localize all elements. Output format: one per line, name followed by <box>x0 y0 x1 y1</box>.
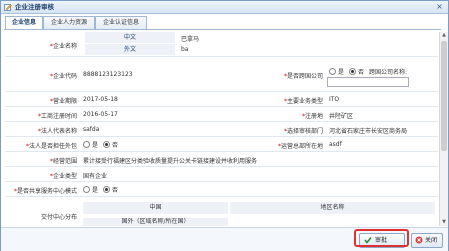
select-area-value: 河北省石家庄市长安区商务局 <box>329 128 408 135</box>
select-area-label: *选择审核部门 <box>283 128 323 135</box>
main-service-value: ITO <box>329 96 340 103</box>
reg-date-label: *工商注册时间 <box>37 113 77 120</box>
hq-city-label: *运营总部所在地 <box>277 143 323 150</box>
tab-certification[interactable]: 企业认证信息 <box>95 16 147 29</box>
tab-label: 企业认证信息 <box>102 19 139 26</box>
tab-hr[interactable]: 企业人力资源 <box>43 16 95 29</box>
foreign-name-input[interactable] <box>327 77 409 87</box>
legal-outsource-no-radio[interactable]: 否 <box>103 140 118 149</box>
delivery-row: 交付中心分布 中国 地区名称 国外（区域名称/所在国） <box>5 197 438 226</box>
reg-area-value: 井陉矿区 <box>329 113 354 120</box>
legal-outsource-row: *法人是否担任外包 是 否 *运营总部所在地 asdf <box>5 137 438 152</box>
scroll-up-icon[interactable]: ▲ <box>441 32 447 39</box>
chinese-label: 中文 <box>85 32 175 43</box>
tab-label: 企业信息 <box>11 19 36 26</box>
shared-center-yes-radio[interactable]: 是 <box>83 185 98 194</box>
foreign-yes-radio[interactable]: 是 <box>329 67 344 76</box>
grid-row-foreign: 国外（区域名称/所在国） <box>83 218 228 226</box>
edit-icon <box>4 4 12 11</box>
english-value: ba <box>181 46 189 53</box>
scroll-down-icon[interactable]: ▼ <box>441 219 447 226</box>
foreign-no-radio[interactable]: 否 <box>349 67 364 76</box>
cancel-icon <box>415 236 423 244</box>
legal-rep-row: *法人代表名称 safda *选择审核部门 河北省石家庄市长安区商务局 <box>5 122 438 137</box>
business-term-row: *营业期限 2017-05-18 *主要业务类型 ITO <box>5 92 438 107</box>
tab-divider <box>4 29 441 30</box>
company-type-row: *企业类型 国有企业 <box>5 167 438 182</box>
business-term-label: *营业期限 <box>49 98 77 105</box>
title-bar: 企业注册审核 × <box>1 1 448 14</box>
business-term-value: 2017-05-18 <box>83 96 118 103</box>
dialog-title: 企业注册审核 <box>15 3 54 11</box>
reg-date-value: 2016-05-17 <box>83 111 118 118</box>
hq-city-value: asdf <box>329 141 342 148</box>
grid-col-china: 中国 <box>83 202 228 214</box>
scroll-thumb[interactable] <box>441 41 447 151</box>
legal-rep-label: *法人代表名称 <box>37 128 77 135</box>
legal-outsource-label: *法人是否担任外包 <box>25 143 77 150</box>
legal-outsource-yes-radio[interactable]: 是 <box>83 140 98 149</box>
vertical-scrollbar[interactable]: ▲ ▼ <box>439 32 448 226</box>
tab-company-info[interactable]: 企业信息 <box>5 16 43 30</box>
reg-date-row: *工商注册时间 2016-05-17 *注册地 井陉矿区 <box>5 107 438 122</box>
company-code-value: 8888123123123 <box>83 71 133 78</box>
company-code-label: *企业代码 <box>49 73 77 80</box>
reg-area-label: *注册地 <box>301 113 323 120</box>
delivery-label: 交付中心分布 <box>40 214 77 221</box>
shared-center-no-radio[interactable]: 否 <box>103 185 118 194</box>
company-type-label: *企业类型 <box>49 173 77 180</box>
chinese-value: 巴拿马 <box>181 36 200 43</box>
english-label: 外文 <box>85 44 175 55</box>
scope-value: 累计接受行福建区分类验收质量提升公关卡链接建设并收利用服务 <box>83 158 258 165</box>
company-type-value: 国有企业 <box>83 173 108 180</box>
tab-label: 企业人力资源 <box>50 19 87 26</box>
company-name-label: *企业名称 <box>49 43 77 50</box>
company-name-row: *企业名称 中文 巴拿马 外文 ba <box>5 32 438 57</box>
foreign-label: *是否跨国公司 <box>283 73 323 80</box>
legal-rep-value: safda <box>83 126 100 133</box>
close-icon[interactable]: × <box>435 2 444 11</box>
form-content: *企业名称 中文 巴拿马 外文 ba *企业代码 8888123123123 *… <box>5 32 438 226</box>
company-code-row: *企业代码 8888123123123 *是否跨国公司 是 否 跨国公司名称: <box>5 57 438 92</box>
dialog-window: 企业注册审核 × 企业信息 企业人力资源 企业认证信息 *企业名称 中文 巴拿马… <box>0 0 449 251</box>
scope-label: *经营范围 <box>49 158 77 165</box>
shared-center-label: *是否共享服务中心模式 <box>13 188 77 195</box>
grid-col-region: 地区名称 <box>230 202 435 214</box>
close-label: 关闭 <box>425 237 438 244</box>
main-service-label: *主要业务类型 <box>283 98 323 105</box>
approve-highlight-box <box>354 229 409 247</box>
shared-center-row: *是否共享服务中心模式 是 否 <box>5 182 438 197</box>
scope-row: *经营范围 累计接受行福建区分类验收质量提升公关卡链接建设并收利用服务 <box>5 152 438 167</box>
close-button[interactable]: 关闭 <box>411 233 443 248</box>
foreign-name-label: 跨国公司名称: <box>369 69 408 76</box>
